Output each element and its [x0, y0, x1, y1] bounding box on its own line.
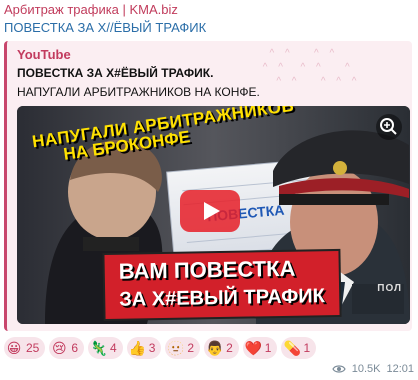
reaction-crying[interactable]: 😢 6 — [49, 337, 85, 359]
play-icon[interactable] — [180, 190, 240, 232]
thumbnail-red-banner: ВАМ ПОВЕСТКА ЗА Х#ЕВЫЙ ТРАФИК — [104, 250, 340, 320]
reaction-pill[interactable]: 💊 1 — [281, 337, 317, 359]
reaction-count: 2 — [226, 341, 233, 355]
grinning-face-icon: 😀 — [6, 340, 22, 356]
zoom-in-icon[interactable] — [376, 114, 402, 140]
reaction-count: 1 — [303, 341, 311, 355]
reaction-count: 6 — [71, 341, 79, 355]
reaction-count: 25 — [26, 341, 40, 355]
reaction-face-sticker[interactable]: 🫥 2 — [165, 337, 201, 359]
face-sticker-icon: 🫥 — [167, 340, 185, 356]
views-eye-icon — [332, 364, 346, 374]
reaction-count: 2 — [187, 341, 195, 355]
reaction-thumbs-up[interactable]: 👍 3 — [126, 337, 162, 359]
thumbs-up-icon: 👍 — [128, 340, 147, 356]
banner-text-2: ЗА Х#ЕВЫЙ ТРАФИК — [119, 285, 326, 311]
reaction-lizard[interactable]: 🦎 4 — [88, 337, 123, 359]
preview-description: НАПУГАЛИ АРБИТРАЖНИКОВ НА КОНФЕ. — [17, 85, 260, 99]
crying-face-icon: 😢 — [52, 340, 67, 356]
reaction-count: 4 — [110, 341, 117, 355]
preview-title: ПОВЕСТКА ЗА Х#ЁВЫЙ ТРАФИК. — [17, 66, 214, 80]
lizard-icon: 🦎 — [90, 340, 108, 356]
banner-text-1: ВАМ ПОВЕСТКА — [118, 255, 296, 284]
message-meta: 10.5K 12:01 — [332, 363, 414, 375]
views-count: 10.5K — [351, 363, 381, 375]
heart-icon: ❤️ — [244, 340, 263, 356]
reaction-grinning[interactable]: 😀 25 — [4, 337, 46, 359]
reactions-row: 😀 25 😢 6 🦎 4 👍 3 🫥 2 👨 2 ❤️ 1 💊 1 — [4, 337, 317, 359]
man-face-icon: 👨 — [206, 340, 224, 356]
preview-site-name: YouTube — [17, 47, 71, 62]
reaction-heart[interactable]: ❤️ 1 — [242, 337, 278, 359]
channel-name[interactable]: Арбитраж трафика | KMA.biz — [4, 2, 178, 17]
preview-thumbnail[interactable]: НАПУГАЛИ АРБИТРАЖНИКОВ НА БРОКОНФЕ ПОВЕС… — [17, 106, 410, 324]
telegram-message: Арбитраж трафика | KMA.biz ПОВЕСТКА ЗА Х… — [0, 0, 418, 380]
message-text-link[interactable]: ПОВЕСТКА ЗА Х//ЁВЫЙ ТРАФИК — [4, 20, 206, 35]
thumbnail-police-text: ПОЛ — [377, 283, 402, 294]
message-time: 12:01 — [386, 363, 414, 375]
reaction-count: 1 — [264, 341, 272, 355]
reaction-man-face[interactable]: 👨 2 — [204, 337, 239, 359]
link-preview[interactable]: ^ ^ ^ ^ ^ ^ ^ ^ ^ ^ ^ ^ ^ ^ YouTube ПОВЕ… — [4, 41, 412, 331]
pill-icon: 💊 — [283, 340, 301, 356]
reaction-count: 3 — [148, 341, 156, 355]
